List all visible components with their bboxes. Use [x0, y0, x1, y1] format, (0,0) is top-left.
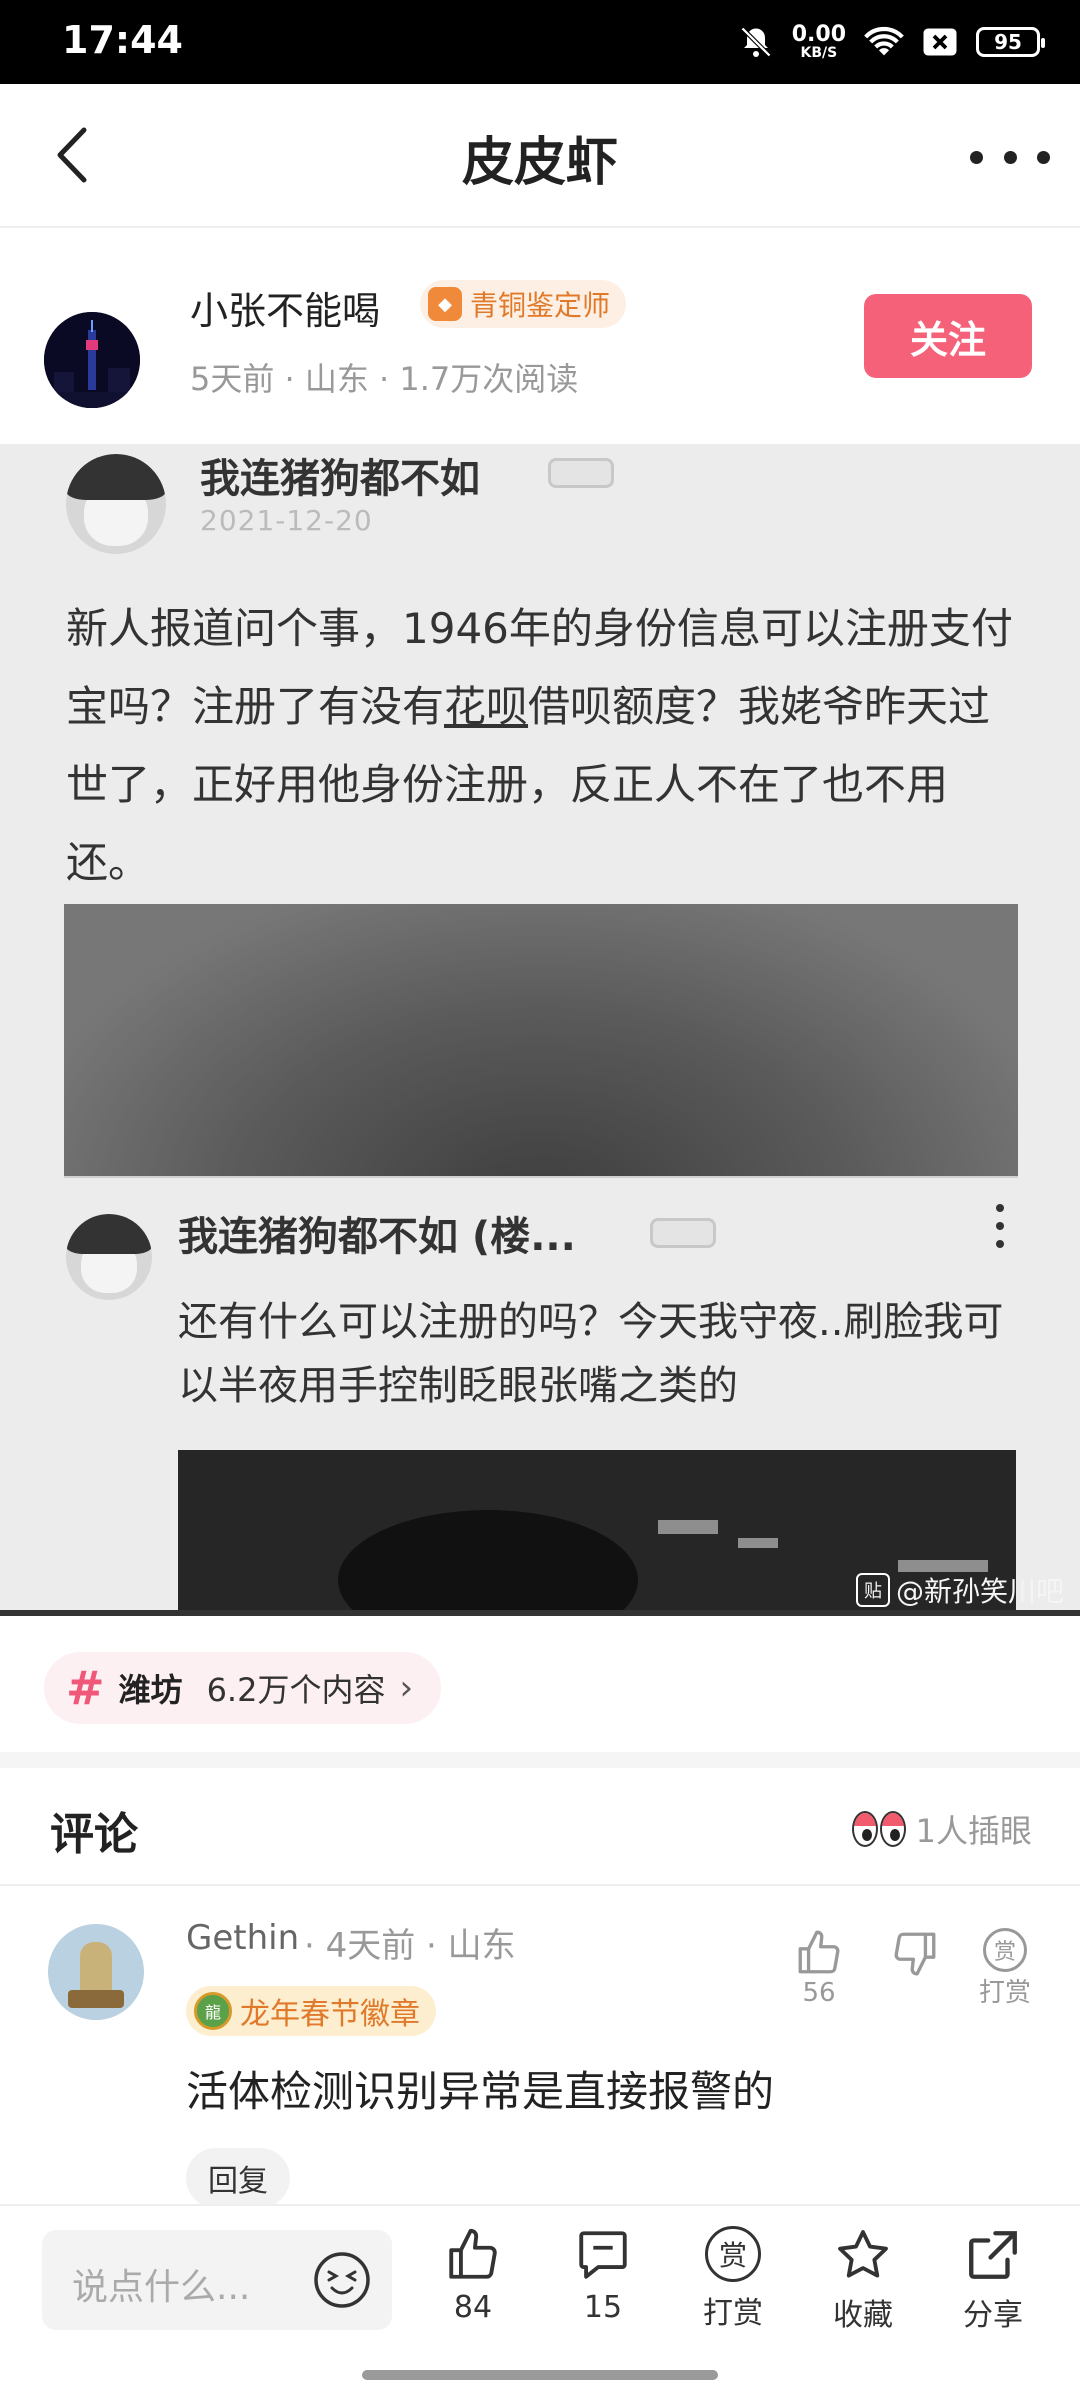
- comments-title: 评论: [50, 1809, 138, 1860]
- comment-reward-label: 打赏: [978, 1978, 1031, 2008]
- reply-button[interactable]: 回复: [186, 2148, 290, 2208]
- more-button[interactable]: [970, 132, 1050, 182]
- reward-icon: 赏: [705, 2226, 761, 2282]
- comment-input-placeholder: 说点什么...: [72, 2267, 251, 2308]
- comment-reward-button[interactable]: 赏 打赏: [970, 1928, 1040, 2009]
- watermark-text: @新孙笑川吧: [895, 1575, 1064, 1608]
- more-dot: [1037, 150, 1050, 164]
- watermark: 贴 @新孙笑川吧: [855, 1570, 1064, 1610]
- share-label: 分享: [963, 2298, 1023, 2333]
- reply-avatar: [66, 1214, 152, 1300]
- commenter-badge[interactable]: 龍 龙年春节徽章: [186, 1986, 436, 2036]
- commenter-avatar[interactable]: [48, 1924, 144, 2020]
- battery-level: 95: [994, 30, 1022, 54]
- reward-button[interactable]: 赏 打赏: [678, 2226, 788, 2332]
- commenter-badge-label: 龙年春节徽章: [240, 1997, 420, 2032]
- comment-meta: · 4天前 · 山东: [304, 1926, 516, 1966]
- share-icon: [969, 2231, 1017, 2279]
- author-meta: 5天前 · 山东 · 1.7万次阅读: [190, 360, 579, 398]
- reply-level-tag-icon: [650, 1218, 716, 1248]
- topic-chip[interactable]: # 潍坊 6.2万个内容 ›: [44, 1652, 442, 1724]
- more-dot: [1003, 150, 1017, 164]
- comment-like-button[interactable]: 56: [784, 1928, 854, 2008]
- favorite-label: 收藏: [833, 2298, 893, 2333]
- share-button[interactable]: 分享: [938, 2226, 1048, 2334]
- post-date: 2021-12-20: [200, 504, 373, 537]
- comment-item: Gethin · 4天前 · 山东 龍 龙年春节徽章 活体检测识别异常是直接报警…: [0, 1888, 1080, 2208]
- reply-text: 还有什么可以注册的吗？今天我守夜..刷脸我可以半夜用手控制眨眼张嘴之类的: [178, 1299, 1004, 1409]
- chevron-right-icon: ›: [399, 1668, 414, 1708]
- page: 17:44 0.00 KB/S 95 皮皮虾 小张不能喝 ◆ 青铜鉴定师 5天前…: [0, 0, 1080, 2400]
- author-badge-label: 青铜鉴定师: [470, 289, 611, 322]
- poster-avatar: [66, 454, 166, 554]
- poke-count: 1人插眼: [915, 1812, 1032, 1850]
- hashtag-icon: #: [66, 1661, 105, 1715]
- reply-more-icon: [996, 1204, 1006, 1248]
- net-speed-value: 0.00: [791, 22, 846, 47]
- post-image[interactable]: 我连猪狗都不如 2021-12-20 新人报道问个事，1946年的身份信息可以注…: [0, 444, 1080, 1616]
- reward-icon: 赏: [983, 1928, 1027, 1972]
- tieba-icon: 贴: [855, 1573, 890, 1607]
- home-indicator[interactable]: [362, 2370, 718, 2380]
- status-time: 17:44: [62, 18, 183, 62]
- like-count: 84: [453, 2290, 493, 2325]
- poke-eye-button[interactable]: 1人插眼: [851, 1806, 1032, 1852]
- favorite-button[interactable]: 收藏: [808, 2226, 918, 2334]
- comment-dislike-button[interactable]: [880, 1928, 950, 1978]
- comments-header: 评论 1人插眼: [0, 1768, 1080, 1886]
- divider: [64, 1176, 1018, 1178]
- wifi-icon: [864, 26, 904, 56]
- comment-text: 活体检测识别异常是直接报警的: [186, 2067, 775, 2116]
- eyes-icon: [851, 1811, 906, 1847]
- author-badge[interactable]: ◆ 青铜鉴定师: [420, 280, 627, 328]
- status-icons: 0.00 KB/S 95: [738, 16, 1045, 68]
- author-name[interactable]: 小张不能喝: [190, 280, 380, 335]
- thumbs-down-icon: [894, 1932, 936, 1976]
- net-speed-unit: KB/S: [800, 45, 838, 61]
- reward-label: 打赏: [703, 2296, 763, 2331]
- net-speed: 0.00 KB/S: [791, 22, 846, 61]
- thumbs-up-icon: [449, 2228, 497, 2279]
- comment-like-count: 56: [802, 1978, 836, 2008]
- comment-count: 15: [583, 2290, 623, 2325]
- commenter-name[interactable]: Gethin: [186, 1918, 299, 1958]
- comment-bubble-icon: [579, 2231, 627, 2279]
- bell-off-icon: [740, 26, 771, 58]
- battery-icon: 95: [976, 27, 1045, 57]
- city-night-avatar-icon: [44, 312, 140, 408]
- author-avatar[interactable]: [44, 312, 140, 408]
- like-button[interactable]: 84: [418, 2226, 528, 2325]
- star-icon: [838, 2230, 888, 2278]
- section-gap: [0, 1752, 1080, 1768]
- comment-button[interactable]: 15: [548, 2226, 658, 2325]
- follow-button[interactable]: 关注: [864, 294, 1032, 378]
- image-edge: [0, 1610, 1080, 1616]
- post-text-link: 花呗: [444, 682, 529, 731]
- comment-input[interactable]: 说点什么...: [42, 2230, 392, 2330]
- reply-name: 我连猪狗都不如 (楼...: [178, 1214, 576, 1260]
- dragon-badge-icon: 龍: [194, 1992, 232, 2030]
- bronze-medal-icon: ◆: [428, 287, 462, 321]
- more-dots-icon: [970, 150, 983, 164]
- app-header: 皮皮虾: [0, 84, 1080, 228]
- topic-name: 潍坊: [118, 1671, 183, 1709]
- author-row: 小张不能喝 ◆ 青铜鉴定师 5天前 · 山东 · 1.7万次阅读 关注: [0, 228, 1080, 444]
- status-bar: 17:44 0.00 KB/S 95: [0, 0, 1080, 84]
- emoji-icon[interactable]: [312, 2250, 372, 2310]
- post-body: 新人报道问个事，1946年的身份信息可以注册支付宝吗？注册了有没有花呗借呗额度？…: [66, 590, 1026, 902]
- blurred-photo: [64, 904, 1018, 1176]
- page-title: 皮皮虾: [461, 133, 618, 193]
- topic-count: 6.2万个内容: [206, 1671, 386, 1709]
- poster-name: 我连猪狗都不如: [200, 456, 480, 502]
- sim-off-icon: [923, 28, 957, 56]
- level-tag-icon: [548, 458, 614, 488]
- thumbs-up-icon: [798, 1930, 840, 1974]
